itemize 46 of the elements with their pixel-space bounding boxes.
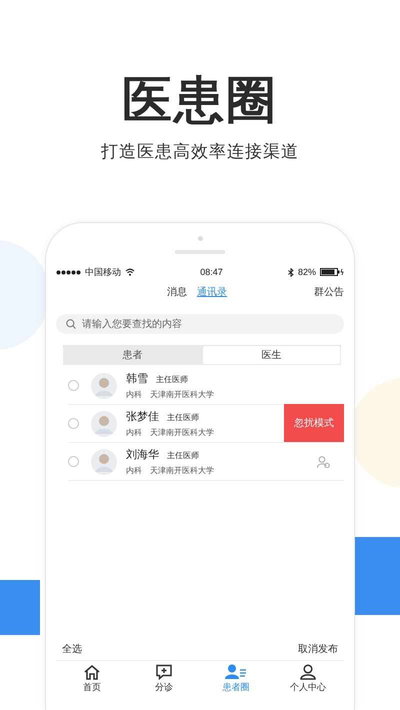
doctor-name: 刘海华 (126, 448, 159, 462)
hospital: 天津南开医科大学 (150, 427, 214, 438)
avatar (91, 448, 117, 474)
cancel-publish-link[interactable]: 取消发布 (298, 642, 338, 656)
announcement-link[interactable]: 群公告 (314, 285, 344, 299)
avatar (91, 410, 117, 436)
people-list-icon (225, 664, 247, 680)
doctor-name: 韩雪 (126, 372, 148, 386)
signal-icon (56, 270, 82, 274)
doctor-title: 主任医师 (156, 374, 188, 385)
segment-tab[interactable]: 患者 (64, 346, 201, 364)
select-all-link[interactable]: 全选 (62, 642, 82, 656)
battery-percent: 82% (298, 267, 316, 277)
doctor-title: 主任医师 (167, 450, 199, 461)
department: 内科 (126, 427, 142, 438)
page-title: 医患圈 (122, 72, 278, 128)
nav-tab[interactable]: 消息 (167, 285, 187, 299)
swipe-action-button[interactable]: 忽扰模式 (284, 404, 344, 442)
checkbox[interactable] (68, 380, 79, 391)
segment-tab[interactable]: 医生 (203, 346, 340, 364)
page-subtitle: 打造医患高效率连接渠道 (101, 141, 299, 163)
doctor-name: 张梦佳 (126, 410, 159, 424)
chat-plus-icon (155, 664, 173, 680)
block-decoration (0, 580, 40, 635)
person-icon (299, 664, 317, 680)
department: 内科 (126, 465, 142, 476)
bottom-tab[interactable]: 个人中心 (272, 661, 344, 697)
bottom-tab[interactable]: 患者圈 (200, 661, 272, 697)
search-field[interactable]: 请输入您要查找的内容 (56, 314, 344, 334)
bluetooth-icon (288, 268, 294, 276)
checkbox[interactable] (68, 456, 79, 467)
camera-dot (198, 236, 202, 241)
clock-time: 08:47 (199, 267, 224, 277)
hospital: 天津南开医科大学 (150, 389, 214, 400)
carrier-name: 中国移动 (85, 266, 121, 278)
home-icon (83, 664, 101, 680)
wifi-icon (125, 268, 135, 276)
battery-icon (320, 268, 344, 276)
hospital: 天津南开医科大学 (150, 465, 214, 476)
add-person-icon[interactable] (317, 456, 330, 468)
checkbox[interactable] (68, 418, 79, 429)
avatar (91, 372, 117, 398)
department: 内科 (126, 389, 142, 400)
bottom-tab[interactable]: 分诊 (128, 661, 200, 697)
doctor-title: 主任医师 (167, 412, 199, 423)
bottom-tab[interactable]: 首页 (56, 661, 128, 697)
